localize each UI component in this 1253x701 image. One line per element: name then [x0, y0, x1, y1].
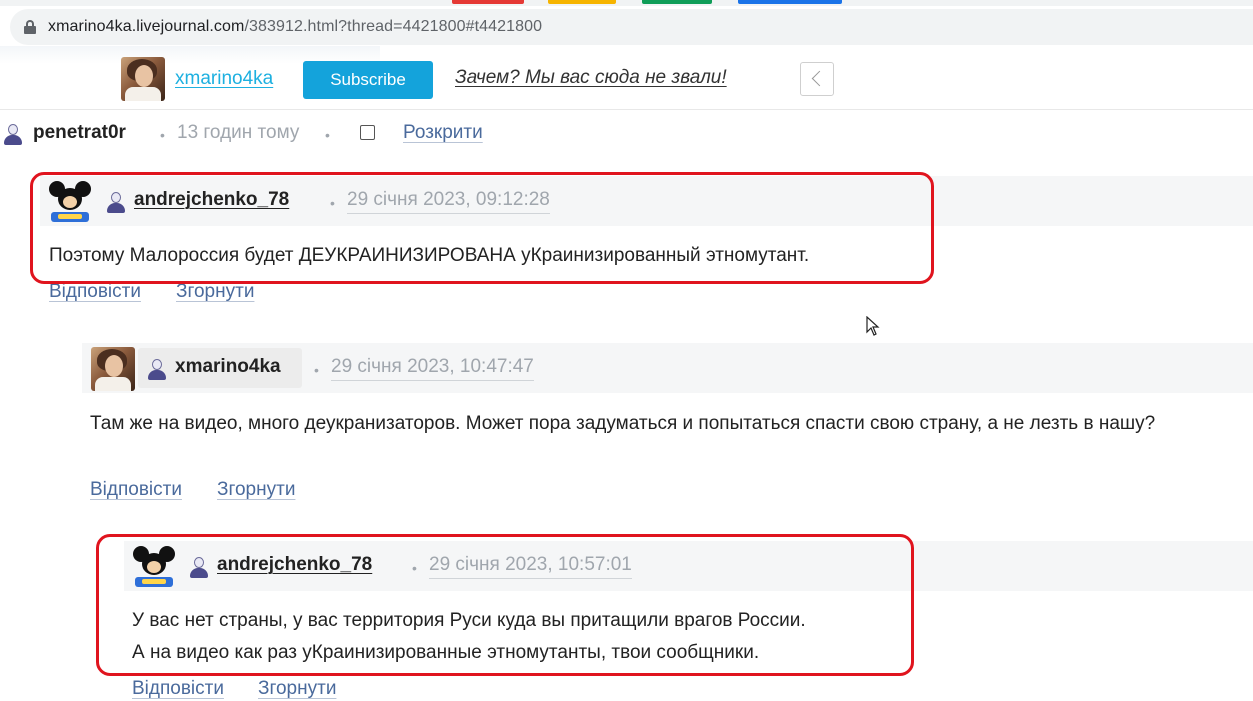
reply-link[interactable]: Відповісти: [90, 479, 182, 501]
address-bar[interactable]: xmarino4ka.livejournal.com/383912.html?t…: [10, 9, 1253, 45]
journal-tagline[interactable]: Зачем? Мы вас сюда не звали!: [455, 67, 727, 89]
highlight-box: [30, 172, 934, 284]
collapse-link[interactable]: Згорнути: [217, 479, 295, 501]
comment-time: 13 годин тому: [177, 122, 300, 143]
tab-indicator-yellow: [548, 0, 616, 4]
comment-timestamp[interactable]: 29 січня 2023, 10:47:47: [331, 356, 534, 381]
tab-strip: [0, 0, 1253, 6]
select-checkbox[interactable]: [360, 125, 375, 140]
user-icon: [147, 358, 167, 380]
separator-dot: •: [325, 127, 330, 143]
separator-dot: •: [160, 127, 165, 143]
back-button[interactable]: [800, 62, 834, 96]
reply-link[interactable]: Відповісти: [49, 281, 141, 303]
header-username[interactable]: xmarino4ka: [175, 68, 273, 90]
user-icon: [3, 123, 23, 145]
header-avatar[interactable]: [121, 57, 165, 101]
reply-link[interactable]: Відповісти: [132, 678, 224, 700]
comment-avatar[interactable]: [91, 347, 135, 391]
chevron-left-icon: [811, 70, 828, 87]
tab-indicator-green: [642, 0, 712, 4]
tab-indicator-blue: [738, 0, 842, 4]
collapse-link[interactable]: Згорнути: [176, 281, 254, 303]
expand-link[interactable]: Розкрити: [403, 122, 483, 144]
lock-icon[interactable]: [24, 20, 36, 34]
highlight-box: [96, 534, 914, 676]
comment-text: Там же на видео, много деукранизаторов. …: [90, 413, 1156, 434]
subscribe-button[interactable]: Subscribe: [303, 61, 433, 99]
comment-author[interactable]: xmarino4ka: [175, 356, 281, 378]
separator-dot: •: [314, 362, 319, 378]
collapse-link[interactable]: Згорнути: [258, 678, 336, 700]
comment-author[interactable]: penetrat0r: [33, 122, 126, 144]
tab-indicator-red: [452, 0, 524, 4]
url-text[interactable]: xmarino4ka.livejournal.com/383912.html?t…: [48, 18, 542, 36]
